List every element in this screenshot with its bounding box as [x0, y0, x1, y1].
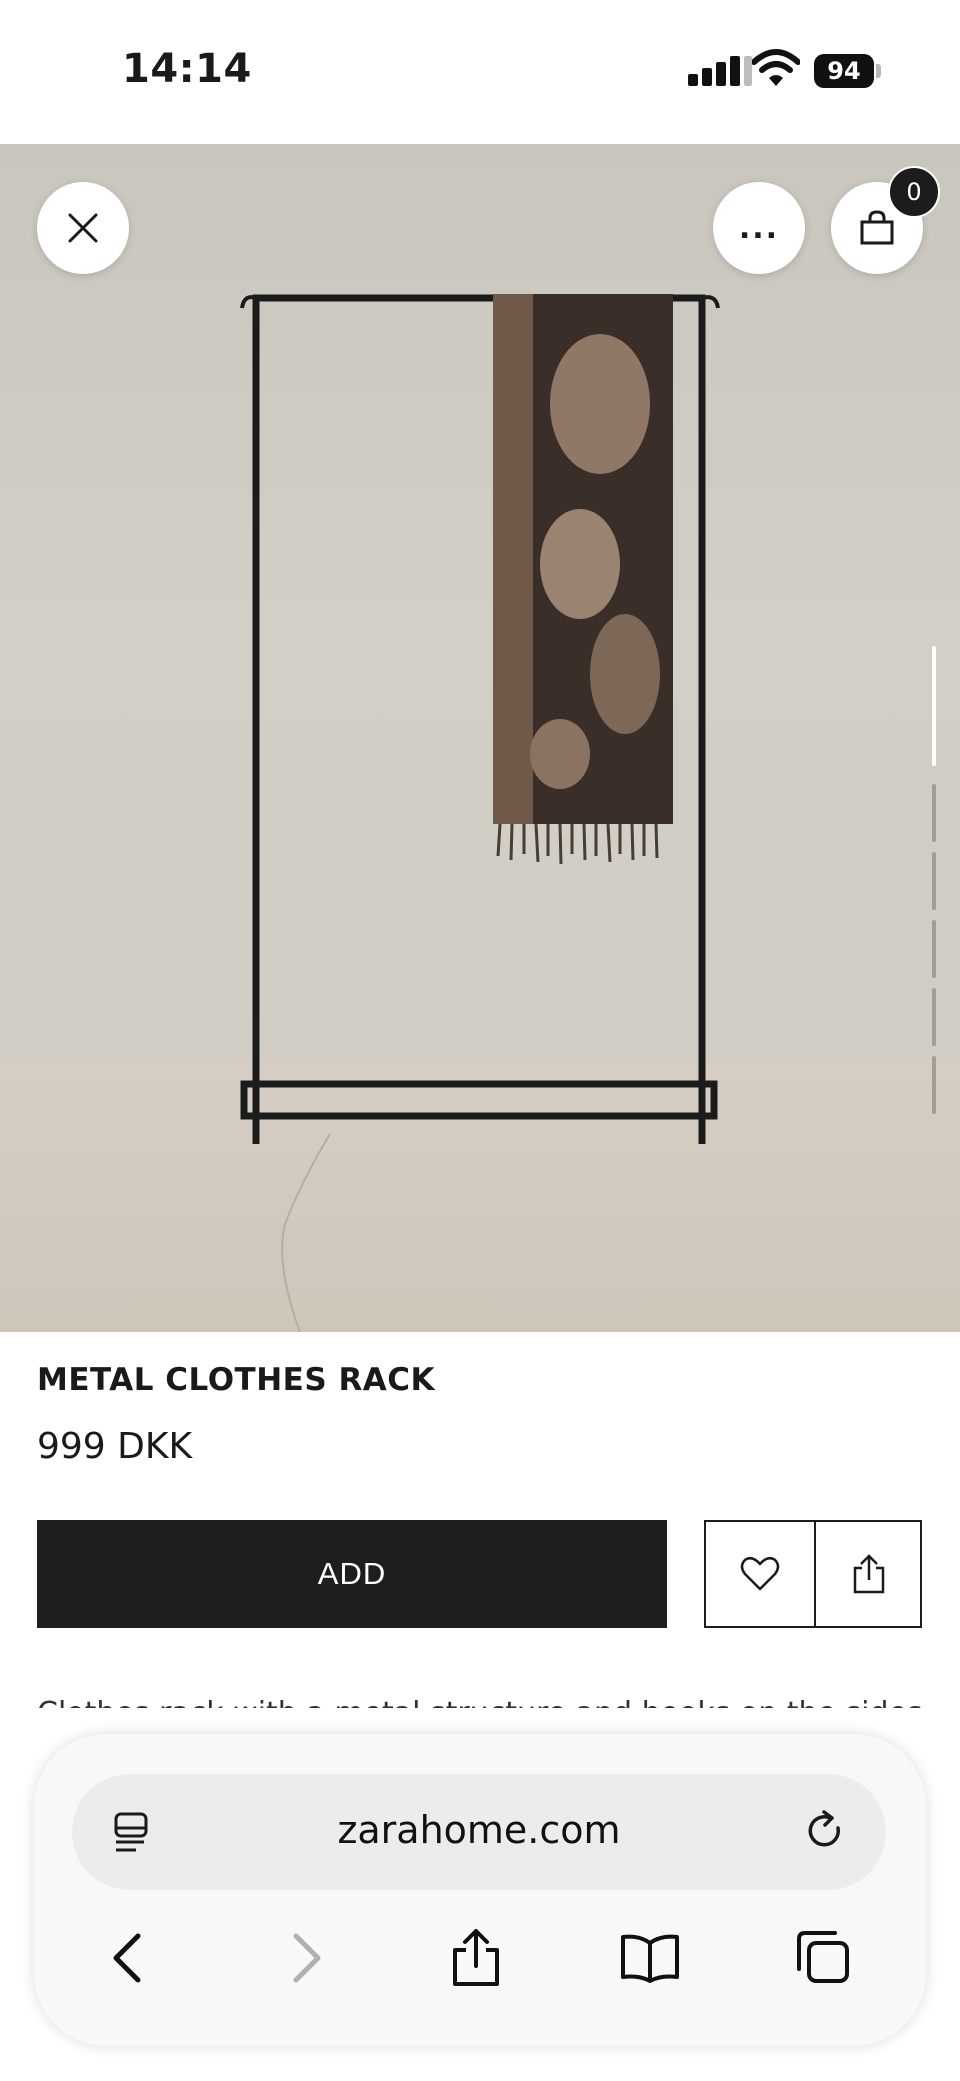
battery-cap: [876, 64, 881, 78]
browser-toolbar: zarahome.com: [34, 1734, 926, 2046]
cart-count-badge: 0: [888, 166, 940, 218]
product-description-snippet: Clothes rack with a metal structure and …: [37, 1682, 937, 1708]
cellular-signal-icon: [688, 56, 752, 86]
more-icon: ...: [738, 210, 780, 246]
url-text[interactable]: zarahome.com: [72, 1808, 886, 1852]
close-button[interactable]: [37, 182, 129, 274]
reload-icon[interactable]: [802, 1808, 850, 1856]
status-time: 14:14: [122, 46, 252, 92]
close-icon: [68, 213, 98, 243]
back-button[interactable]: [96, 1926, 160, 1990]
share-product-button[interactable]: [816, 1522, 922, 1626]
product-actions: [704, 1520, 922, 1628]
wishlist-button[interactable]: [706, 1522, 814, 1626]
add-to-bag-button[interactable]: ADD: [37, 1520, 667, 1628]
product-image[interactable]: [0, 144, 960, 1332]
address-bar[interactable]: zarahome.com: [72, 1774, 886, 1890]
image-pager[interactable]: [932, 646, 936, 1126]
status-bar: 14:14 94: [0, 0, 960, 144]
chevron-left-icon: [113, 1933, 141, 1983]
forward-button[interactable]: [274, 1926, 338, 1990]
share-icon: [453, 1929, 499, 1986]
share-icon: [853, 1554, 885, 1594]
wifi-icon: [752, 49, 800, 86]
bookmarks-button[interactable]: [618, 1926, 682, 1990]
heart-icon: [740, 1556, 780, 1591]
chevron-right-icon: [293, 1933, 321, 1983]
browser-share-button[interactable]: [444, 1926, 508, 1990]
bag-icon: [860, 210, 894, 245]
product-price: 999 DKK: [37, 1426, 193, 1467]
battery-indicator: 94: [814, 54, 874, 88]
book-icon: [621, 1934, 679, 1983]
more-options-button[interactable]: ...: [713, 182, 805, 274]
rack-illustration: [240, 294, 720, 1332]
tabs-icon: [797, 1931, 849, 1983]
tabs-button[interactable]: [790, 1926, 854, 1990]
product-title: METAL CLOTHES RACK: [37, 1362, 436, 1398]
